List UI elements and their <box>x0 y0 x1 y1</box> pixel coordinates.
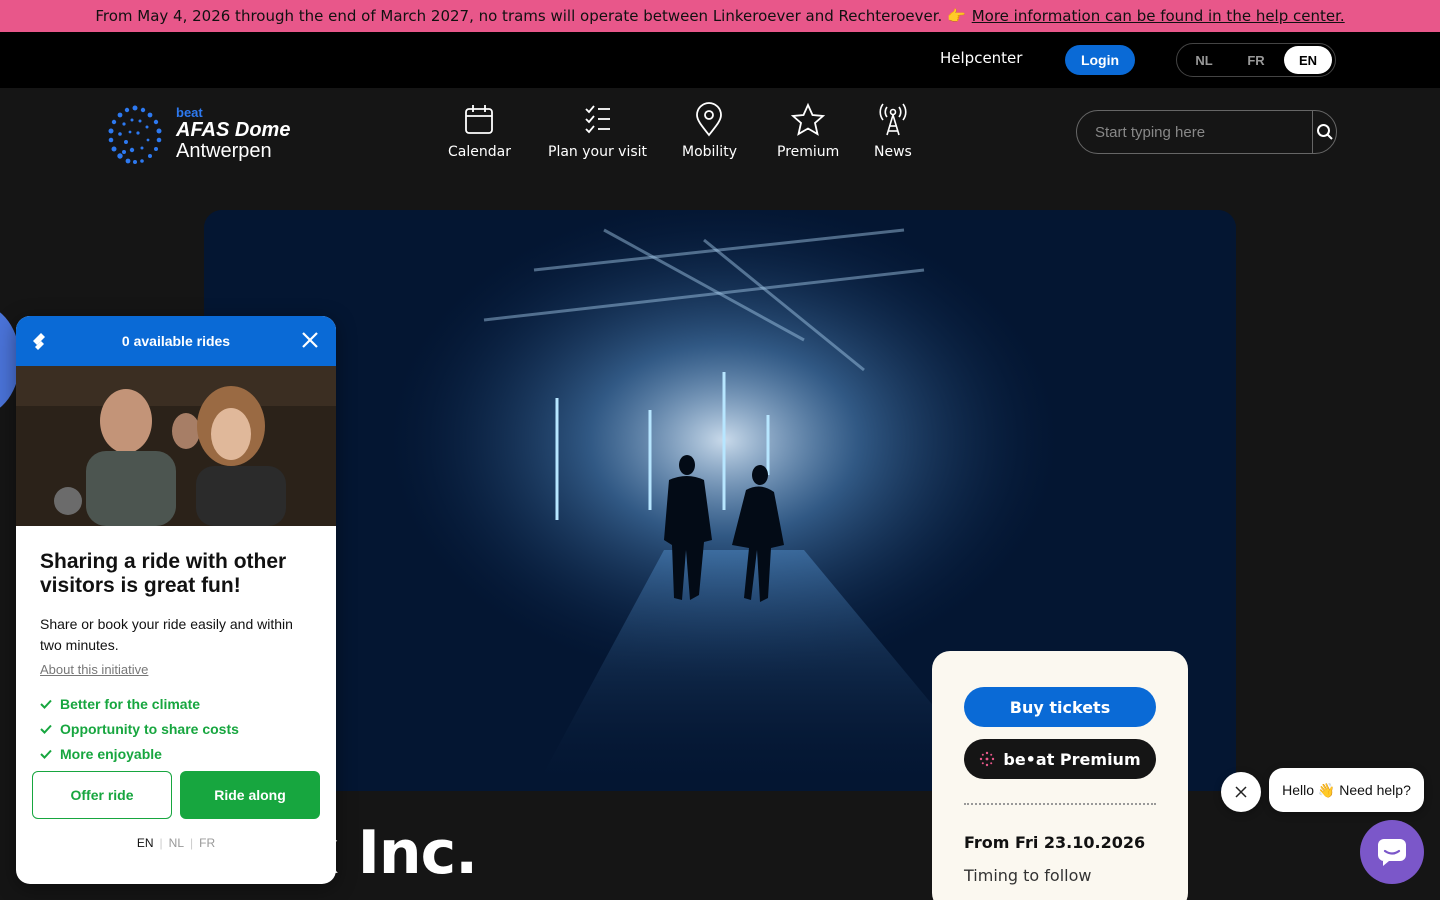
login-button[interactable]: Login <box>1065 45 1135 75</box>
help-greeting-bubble[interactable]: Hello 👋 Need help? <box>1269 768 1424 812</box>
benefit-item: Opportunity to share costs <box>40 716 312 741</box>
calendar-icon <box>465 105 494 134</box>
broadcast-tower-icon <box>879 103 907 136</box>
nav-calendar[interactable]: Calendar <box>448 102 511 160</box>
close-icon <box>1235 786 1247 798</box>
nav-mobility[interactable]: Mobility <box>682 102 737 160</box>
about-initiative-link[interactable]: About this initiative <box>40 662 312 677</box>
nav-calendar-label: Calendar <box>448 144 511 160</box>
ride-share-widget: 0 available rides Sharing a ride with ot… <box>16 316 336 884</box>
premium-button[interactable]: be•at Premium <box>964 739 1156 779</box>
benefit-label: Opportunity to share costs <box>60 720 239 737</box>
announcement-bar: From May 4, 2026 through the end of Marc… <box>0 0 1440 32</box>
benefit-label: More enjoyable <box>60 745 162 762</box>
lang-separator: | <box>190 836 194 850</box>
main-header: beat AFAS Dome Antwerpen Calendar Plan y… <box>0 88 1440 180</box>
check-icon <box>40 699 52 709</box>
announcement-link[interactable]: More information can be found in the hel… <box>972 7 1345 25</box>
benefit-label: Better for the climate <box>60 695 201 712</box>
chat-launcher-button[interactable] <box>1360 820 1424 884</box>
lang-en[interactable]: EN <box>1284 46 1332 74</box>
chat-icon <box>1378 839 1406 866</box>
ride-language-switcher: EN | NL | FR <box>16 836 336 850</box>
benefit-item: More enjoyable <box>40 741 312 766</box>
event-date: From Fri 23.10.2026 <box>964 833 1146 852</box>
nav-mobility-label: Mobility <box>682 144 737 160</box>
search-bar <box>1076 110 1337 154</box>
buy-tickets-button[interactable]: Buy tickets <box>964 687 1156 727</box>
check-icon <box>40 749 52 759</box>
announcement-text: From May 4, 2026 through the end of Marc… <box>95 7 966 25</box>
nav-plan-visit-label: Plan your visit <box>548 144 648 160</box>
lang-separator: | <box>159 836 163 850</box>
ride-heading: Sharing a ride with other visitors is gr… <box>40 550 287 597</box>
helpcenter-link[interactable]: Helpcenter <box>940 49 1022 67</box>
event-timing: Timing to follow <box>964 866 1092 885</box>
ride-lang-en[interactable]: EN <box>137 836 154 850</box>
top-utility-bar: Helpcenter Login NL FR EN <box>0 32 1440 88</box>
nav-news-label: News <box>874 144 912 160</box>
search-icon <box>1316 124 1333 140</box>
ticket-divider <box>964 803 1156 805</box>
ticket-card: Buy tickets be•at Premium From Fri 23.10… <box>932 651 1188 900</box>
close-icon[interactable] <box>300 330 320 350</box>
premium-burst-icon <box>980 751 995 767</box>
premium-button-label: be•at Premium <box>1003 749 1141 769</box>
ride-share-photo <box>16 366 336 526</box>
star-icon <box>790 102 826 136</box>
language-switcher: NL FR EN <box>1176 43 1336 77</box>
nav-news[interactable]: News <box>874 102 912 160</box>
ride-lang-fr[interactable]: FR <box>199 836 215 850</box>
nav-premium-label: Premium <box>777 144 840 160</box>
benefit-item: Better for the climate <box>40 691 312 716</box>
check-icon <box>40 724 52 734</box>
checklist-icon <box>584 105 610 134</box>
ride-widget-header: 0 available rides <box>16 316 336 366</box>
search-input[interactable] <box>1077 111 1312 153</box>
ride-actions: Offer ride Ride along <box>32 771 320 819</box>
ride-description: Share or book your ride easily and withi… <box>40 616 293 653</box>
ride-along-button[interactable]: Ride along <box>180 771 320 819</box>
ride-lang-nl[interactable]: NL <box>169 836 184 850</box>
ride-benefits-list: Better for the climate Opportunity to sh… <box>40 691 312 766</box>
ride-available-count: 0 available rides <box>121 333 231 349</box>
map-pin-icon <box>696 102 723 137</box>
nav-plan-visit[interactable]: Plan your visit <box>548 102 647 160</box>
offer-ride-button[interactable]: Offer ride <box>32 771 172 819</box>
lang-nl[interactable]: NL <box>1180 46 1228 74</box>
nav-premium[interactable]: Premium <box>777 102 839 160</box>
help-dismiss-button[interactable] <box>1221 772 1261 812</box>
lang-fr[interactable]: FR <box>1232 46 1280 74</box>
